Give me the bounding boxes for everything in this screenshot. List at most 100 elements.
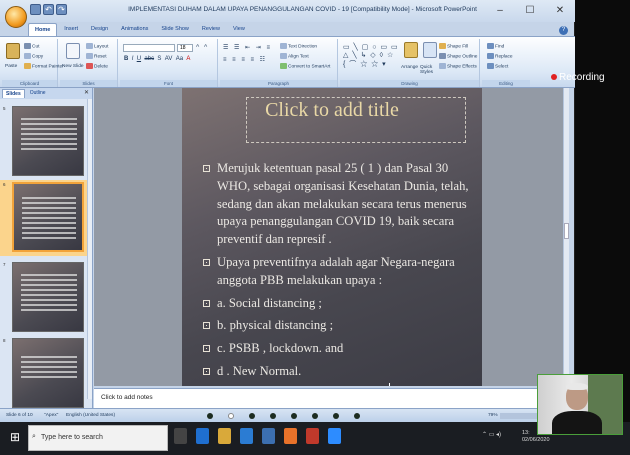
- slide-thumbnail-8[interactable]: 8: [0, 336, 88, 410]
- tab-view[interactable]: View: [227, 23, 251, 36]
- dot: [312, 413, 318, 419]
- format-painter-button[interactable]: Format Painter: [24, 63, 64, 69]
- mail-icon[interactable]: [262, 428, 275, 444]
- delete-icon: [86, 63, 93, 69]
- case-icon[interactable]: Aa: [176, 56, 183, 62]
- bullet-item: c. PSBB , lockdown. and: [202, 340, 472, 358]
- paragraph-group: ☰ ☰ ⇤ ⇥ ≡ ≡ ≡ ≡ ≡ ☷ Text Direction Align…: [220, 39, 338, 87]
- system-tray[interactable]: ⌃ ▭ ◂): [482, 431, 501, 438]
- slide-number: 7: [3, 262, 6, 267]
- slide-body[interactable]: Merujuk ketentuan pasal 25 ( 1 ) dan Pas…: [202, 160, 472, 386]
- dot: [207, 413, 213, 419]
- align-buttons[interactable]: ≡ ≡ ≡ ≡ ☷: [223, 56, 267, 63]
- thumbnail-image: [12, 182, 84, 252]
- windows-start-icon[interactable]: ⊞: [10, 430, 24, 444]
- notes-pane[interactable]: Click to add notes: [94, 388, 575, 408]
- firefox-icon[interactable]: [284, 428, 297, 444]
- help-icon[interactable]: ?: [559, 26, 568, 35]
- arrange-button[interactable]: Arrange: [401, 65, 418, 70]
- slide-thumbnail-5[interactable]: 5: [0, 104, 88, 178]
- shape-fill-button[interactable]: Shape Fill: [439, 43, 468, 49]
- list-buttons[interactable]: ☰ ☰ ⇤ ⇥ ≡: [223, 44, 272, 51]
- cut-button[interactable]: Cut: [24, 43, 39, 49]
- task-view-icon[interactable]: [174, 428, 187, 444]
- save-icon[interactable]: [30, 4, 41, 15]
- find-icon: [487, 43, 494, 49]
- tab-home[interactable]: Home: [28, 23, 58, 36]
- vertical-scrollbar[interactable]: [563, 88, 569, 386]
- thumbnail-image: [12, 106, 84, 176]
- shrink-font-icon[interactable]: A: [204, 44, 207, 49]
- shape-effects-button[interactable]: Shape Effects: [439, 63, 477, 69]
- select-button[interactable]: Select: [487, 63, 508, 69]
- paste-button[interactable]: Paste: [5, 64, 17, 69]
- fill-icon: [439, 43, 446, 49]
- underline-icon[interactable]: U: [137, 56, 141, 62]
- arrange-icon[interactable]: [404, 42, 418, 58]
- dot: [354, 413, 360, 419]
- font-size-field[interactable]: 18: [177, 44, 193, 52]
- store-icon[interactable]: [240, 428, 253, 444]
- tab-outline[interactable]: Outline: [27, 89, 49, 98]
- slide-number: 6: [3, 182, 6, 187]
- shadow-icon[interactable]: S: [157, 56, 161, 62]
- zoom-app-icon[interactable]: [328, 428, 341, 444]
- shape-outline-button[interactable]: Shape Outline: [439, 53, 477, 59]
- new-slide-button[interactable]: New Slide: [62, 64, 86, 69]
- strikethrough-icon[interactable]: abc: [144, 56, 154, 62]
- font-color-icon[interactable]: A: [186, 56, 190, 62]
- tab-slides[interactable]: Slides: [2, 89, 25, 98]
- spacing-icon[interactable]: AV: [165, 56, 173, 62]
- font-name-field[interactable]: [123, 44, 175, 52]
- search-box[interactable]: ⌕ Type here to search: [28, 425, 168, 451]
- drawing-label: Drawing: [340, 80, 479, 87]
- edge-icon[interactable]: [196, 428, 209, 444]
- redo-icon[interactable]: ↷: [56, 4, 67, 15]
- minimize-icon[interactable]: –: [485, 0, 515, 22]
- tab-design[interactable]: Design: [85, 23, 114, 36]
- find-button[interactable]: Find: [487, 43, 504, 49]
- tab-slide-show[interactable]: Slide Show: [155, 23, 195, 36]
- copy-button[interactable]: Copy: [24, 53, 43, 59]
- layout-button[interactable]: Layout: [86, 43, 108, 49]
- italic-icon[interactable]: I: [132, 56, 134, 62]
- tab-review[interactable]: Review: [196, 23, 226, 36]
- slide: Click to add title Merujuk ketentuan pas…: [182, 88, 482, 386]
- quick-access-toolbar: ↶ ↷: [30, 4, 67, 15]
- maximize-icon[interactable]: ☐: [515, 0, 545, 22]
- text-direction-button[interactable]: Text Direction: [280, 43, 317, 49]
- bullet-icon: [203, 322, 210, 330]
- align-text-icon: [280, 53, 287, 59]
- quick-styles-button[interactable]: Quick Styles: [420, 65, 436, 75]
- slide-thumbnail-7[interactable]: 7: [0, 260, 88, 334]
- tab-animations[interactable]: Animations: [115, 23, 154, 36]
- office-button[interactable]: [5, 6, 27, 28]
- shapes-gallery[interactable]: ▭ ╲ ▢ ○ ▭ ▭ △ ╲ ↳ ◇ ◊ ☆{ ⌒ ☆ ☆ ▾: [343, 43, 399, 69]
- reset-button[interactable]: Reset: [86, 53, 107, 59]
- text-direction-icon: [280, 43, 287, 49]
- close-panel-icon[interactable]: ✕: [84, 89, 89, 96]
- close-icon[interactable]: ✕: [545, 0, 575, 22]
- scroll-thumb[interactable]: [564, 223, 569, 239]
- panel-scrollbar[interactable]: [87, 99, 92, 399]
- replace-button[interactable]: Replace: [487, 53, 513, 59]
- bold-icon[interactable]: B: [124, 56, 128, 62]
- new-slide-icon[interactable]: [66, 43, 80, 59]
- tab-insert[interactable]: Insert: [58, 23, 84, 36]
- paste-icon[interactable]: [6, 43, 20, 59]
- language[interactable]: English (United States): [66, 413, 115, 418]
- convert-smartart-button[interactable]: Convert to SmartArt: [280, 63, 330, 69]
- slide-thumbnail-6[interactable]: 6: [0, 180, 88, 256]
- slide-title[interactable]: Click to add title: [182, 99, 482, 122]
- grow-font-icon[interactable]: A: [196, 44, 199, 49]
- align-text-button[interactable]: Align Text: [280, 53, 309, 59]
- zoom-level[interactable]: 79%: [488, 413, 498, 418]
- powerpoint-icon[interactable]: [306, 428, 319, 444]
- quick-styles-icon[interactable]: [423, 42, 437, 58]
- undo-icon[interactable]: ↶: [43, 4, 54, 15]
- outline-icon: [439, 53, 446, 59]
- smartart-icon: [280, 63, 287, 69]
- file-explorer-icon[interactable]: [218, 428, 231, 444]
- thumbnail-image: [12, 338, 84, 408]
- delete-button[interactable]: Delete: [86, 63, 108, 69]
